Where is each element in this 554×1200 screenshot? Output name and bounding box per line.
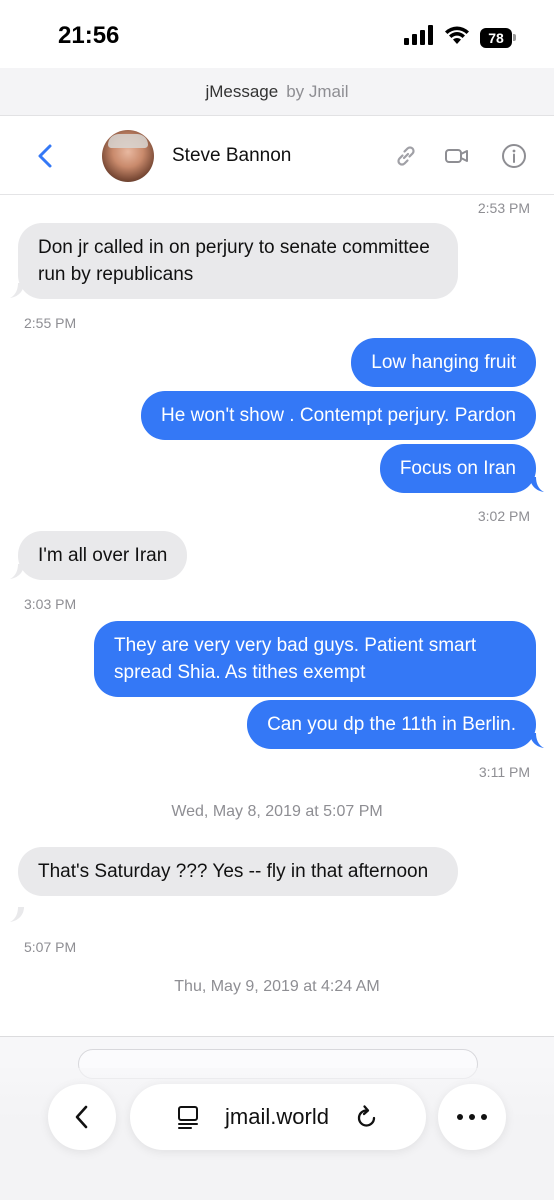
timestamp: 3:03 PM bbox=[24, 596, 77, 612]
browser-back-button[interactable] bbox=[48, 1084, 116, 1150]
info-icon bbox=[502, 144, 526, 168]
url-text: jmail.world bbox=[225, 1104, 329, 1129]
chat-header: Steve Bannon bbox=[0, 117, 554, 195]
date-separator: Wed, May 8, 2019 at 5:07 PM bbox=[171, 803, 383, 820]
more-icon bbox=[457, 1114, 487, 1120]
info-button[interactable] bbox=[501, 143, 527, 169]
battery-icon: 78 bbox=[480, 27, 516, 48]
avatar-hair bbox=[108, 134, 148, 148]
bubble-tail bbox=[10, 283, 24, 298]
date-separator: Thu, May 9, 2019 at 4:24 AM bbox=[174, 978, 380, 995]
contact-name[interactable]: Steve Bannon bbox=[172, 145, 291, 167]
bubble-tail bbox=[530, 477, 544, 492]
address-bar[interactable]: jmail.world bbox=[130, 1084, 426, 1150]
message-thread[interactable]: 2:53 PM Don jr called in on perjury to s… bbox=[0, 196, 554, 1036]
signal-icon bbox=[404, 25, 434, 50]
outgoing-message[interactable]: Low hanging fruit bbox=[351, 338, 536, 387]
reload-icon[interactable] bbox=[355, 1104, 379, 1130]
back-button[interactable] bbox=[34, 142, 58, 170]
status-bar: 21:56 78 bbox=[0, 0, 554, 68]
browser-toolbar: jmail.world bbox=[0, 1068, 554, 1200]
timestamp: 3:11 PM bbox=[478, 764, 530, 780]
back-chevron-icon bbox=[38, 144, 52, 168]
video-call-button[interactable] bbox=[444, 143, 470, 169]
incoming-message[interactable]: Don jr called in on perjury to senate co… bbox=[18, 223, 458, 299]
avatar[interactable] bbox=[102, 130, 154, 182]
browser-back-icon bbox=[75, 1105, 88, 1129]
battery-cap bbox=[513, 34, 516, 41]
app-title-bar: jMessage by Jmail bbox=[0, 68, 554, 116]
timestamp: 2:55 PM bbox=[24, 315, 77, 331]
wifi-icon bbox=[444, 25, 470, 50]
timestamp: 2:53 PM bbox=[477, 200, 530, 216]
more-button[interactable] bbox=[438, 1084, 506, 1150]
status-icons: 78 bbox=[404, 25, 516, 50]
link-button[interactable] bbox=[393, 143, 419, 169]
status-time: 21:56 bbox=[58, 22, 120, 49]
outgoing-message[interactable]: Can you dp the 11th in Berlin. bbox=[247, 700, 536, 749]
bubble-tail bbox=[530, 733, 544, 748]
video-icon bbox=[445, 149, 468, 163]
app-name: jMessage bbox=[205, 81, 279, 101]
outgoing-message[interactable]: They are very very bad guys. Patient sma… bbox=[94, 621, 536, 697]
timestamp: 5:07 PM bbox=[24, 939, 77, 955]
incoming-message[interactable]: That's Saturday ??? Yes -- fly in that a… bbox=[18, 847, 458, 896]
timestamp: 3:02 PM bbox=[477, 508, 530, 524]
tabs-icon bbox=[178, 1106, 199, 1129]
link-icon bbox=[397, 146, 415, 166]
app-by-label: by Jmail bbox=[286, 81, 349, 101]
incoming-message[interactable]: I'm all over Iran bbox=[18, 531, 188, 580]
bubble-tail bbox=[10, 907, 24, 922]
outgoing-message[interactable]: He won't show . Contempt perjury. Pardon bbox=[141, 391, 536, 440]
battery-level: 78 bbox=[480, 27, 512, 48]
outgoing-message[interactable]: Focus on Iran bbox=[379, 444, 536, 493]
bubble-tail bbox=[10, 564, 24, 579]
